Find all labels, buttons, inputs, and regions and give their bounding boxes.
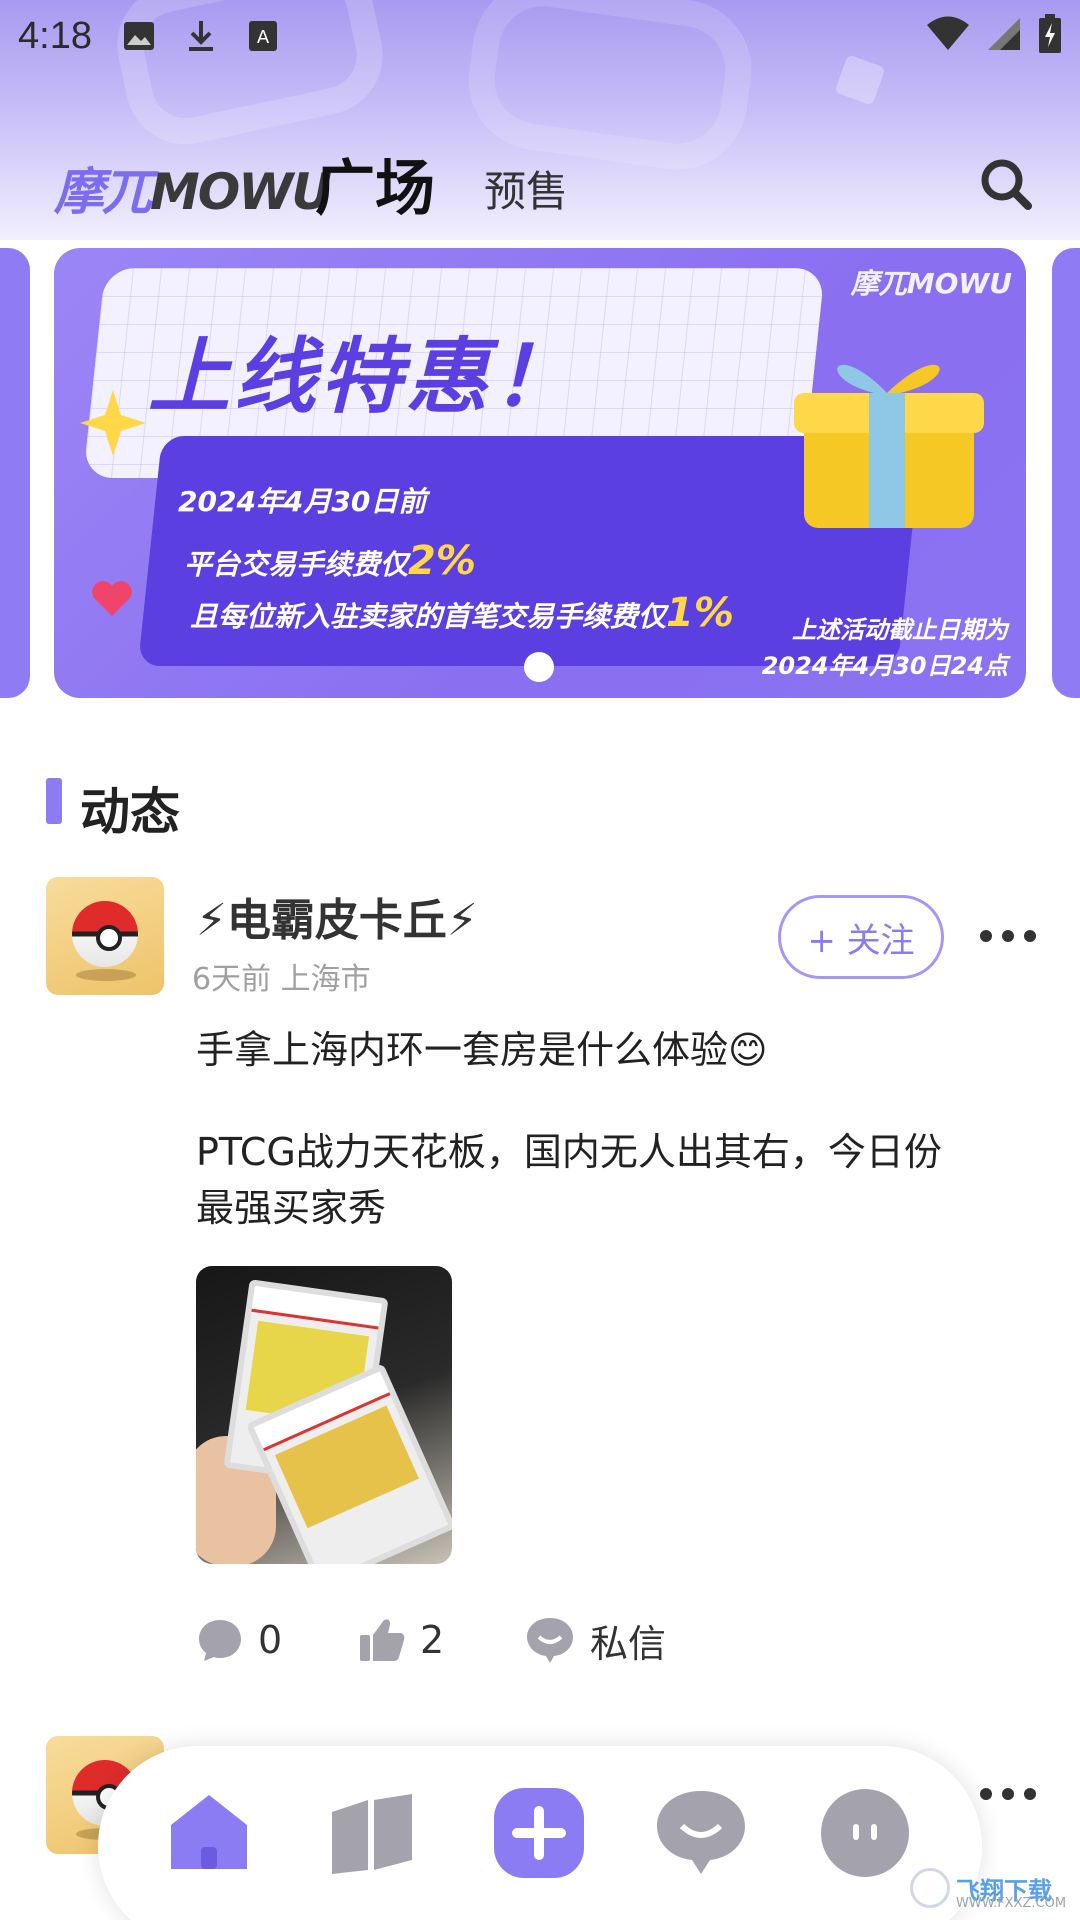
signal-icon [986,16,1022,56]
cards-icon [332,1794,412,1874]
watermark-logo-icon [910,1868,950,1908]
dot-icon [980,1788,992,1800]
more-options-button[interactable] [980,918,1036,954]
like-button[interactable]: 2 [358,1612,444,1668]
dot-icon [1024,1788,1036,1800]
chat-icon [657,1791,745,1874]
gift-box-icon [794,364,984,528]
star-icon [80,390,146,456]
profile-icon [821,1789,909,1877]
status-time: 4:18 [18,14,92,57]
top-navigation: 摩兀MOWU 广场 预售 [0,140,1080,230]
author-name[interactable]: ⚡电霸皮卡丘⚡ [196,884,478,948]
app-logo: 摩兀MOWU [54,163,332,221]
nav-profile[interactable] [818,1786,912,1880]
post-text-line3: 最强买家秀 [196,1186,387,1230]
comment-count: 0 [258,1618,283,1662]
wifi-icon [926,16,970,56]
post-text-line1: 手拿上海内环一套房是什么体验😊 [196,1028,768,1072]
plus-icon [494,1788,584,1878]
watermark: 飞翔下载 WWW.FXXZ.COM [910,1856,1080,1920]
status-bar: 4:18 A [0,0,1080,72]
author-avatar[interactable] [46,877,164,995]
private-message-label: 私信 [590,1621,667,1666]
carousel-indicator-dot [524,652,554,682]
dot-icon [1002,930,1014,942]
tab-square[interactable]: 广场 [315,140,435,227]
section-accent-bar [46,778,62,824]
nav-cards[interactable] [324,1786,418,1880]
banner-line2: 平台交易手续费仅2% [184,538,476,584]
more-options-button[interactable] [980,1776,1036,1812]
promo-banner[interactable]: 摩兀MOWU 上线特惠！ 2024年4月30日前 平台交易手续费仅2% 且每位新… [54,248,1026,698]
private-message-button[interactable]: 私信 [524,1612,666,1668]
search-button[interactable] [978,156,1034,212]
post-meta: 6天前 上海市 [192,962,371,997]
dot-icon [1024,930,1036,942]
banner-headline: 上线特惠！ [148,330,578,425]
banner-line1: 2024年4月30日前 [178,485,427,518]
follow-button[interactable]: + 关注 [778,895,944,979]
banner-brand: 摩兀MOWU [850,267,1012,300]
banner-line3: 且每位新入驻卖家的首笔交易手续费仅1% [190,590,734,636]
post-text-line2: PTCG战力天花板，国内无人出其右，今日份 [196,1130,942,1174]
battery-icon [1038,14,1062,58]
comment-button[interactable]: 0 [196,1612,282,1668]
heart-icon [92,581,132,616]
home-icon [171,1795,247,1869]
post-image[interactable] [196,1266,452,1564]
tab-presale[interactable]: 预售 [484,158,568,219]
dot-icon [1002,1788,1014,1800]
thumbs-up-icon [360,1619,405,1661]
like-count: 2 [420,1618,445,1662]
search-icon [981,159,1032,210]
nav-create[interactable] [492,1786,586,1880]
font-icon: A [246,19,280,53]
section-title: 动态 [80,783,180,841]
banner-previous-peek[interactable] [0,248,30,698]
post-actions: 0 2 私信 [196,1612,896,1668]
comment-icon [199,1620,241,1661]
image-icon [122,19,156,53]
chat-icon [527,1618,573,1663]
download-icon [184,19,218,53]
nav-home[interactable] [162,1786,256,1880]
bottom-navigation [98,1746,982,1920]
banner-note1: 上述活动截止日期为 [792,616,1008,644]
banner-next-peek[interactable] [1052,248,1080,698]
dot-icon [980,930,992,942]
nav-messages[interactable] [654,1786,748,1880]
banner-note2: 2024年4月30日24点 [761,652,1008,680]
svg-text:A: A [257,27,270,48]
